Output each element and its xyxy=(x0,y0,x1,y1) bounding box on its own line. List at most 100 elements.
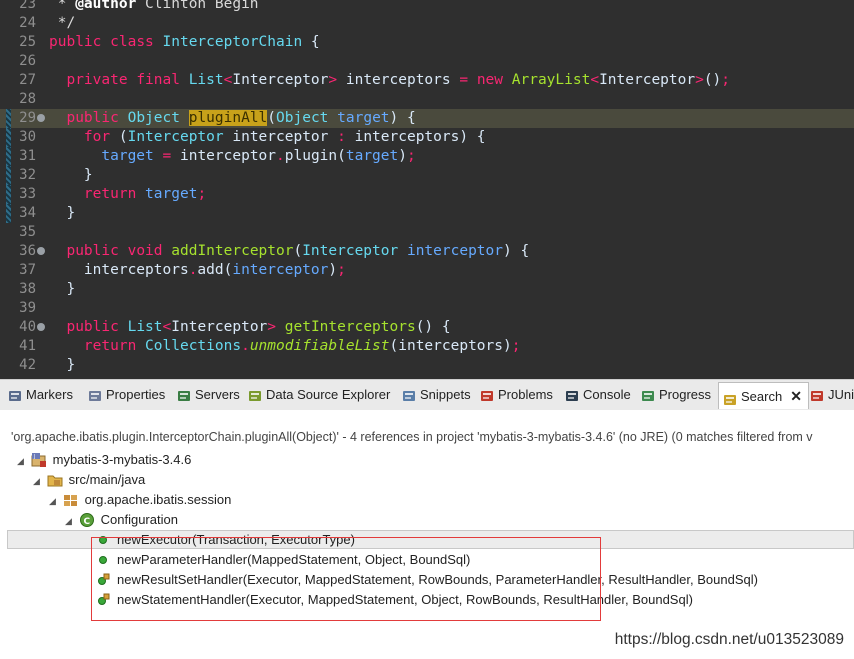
code-token: > xyxy=(695,72,704,88)
code-token: public xyxy=(66,243,119,259)
code-line[interactable]: 37 interceptors.add(interceptor); xyxy=(0,261,854,280)
code-line[interactable]: 35 xyxy=(0,223,854,242)
code-token: Interceptor xyxy=(232,72,329,88)
line-number: 36 xyxy=(19,243,36,259)
tab-label: JUni xyxy=(828,387,854,402)
code-token: target xyxy=(145,186,198,202)
search-view: 'org.apache.ibatis.plugin.InterceptorCha… xyxy=(0,410,854,659)
code-text: } xyxy=(49,166,93,185)
code-token: InterceptorChain xyxy=(162,34,303,50)
code-token: new xyxy=(476,72,504,88)
code-token: interceptor xyxy=(223,129,338,145)
line-number: 41 xyxy=(19,338,36,354)
svg-text:J: J xyxy=(33,454,35,460)
line-number: 24 xyxy=(19,15,36,31)
tab-label: Progress xyxy=(659,387,712,402)
line-number: 31 xyxy=(19,148,36,164)
collapse-triangle-icon[interactable]: ◢ xyxy=(49,491,59,511)
tab-problems[interactable]: Problems xyxy=(480,384,553,406)
tree-node-class[interactable]: ◢ C Configuration xyxy=(65,510,178,530)
code-line[interactable]: 31 target = interceptor.plugin(target); xyxy=(0,147,854,166)
tree-node-package[interactable]: ◢ org.apache.ibatis.session xyxy=(49,490,231,510)
tab-label: Snippets xyxy=(420,387,471,402)
line-number: 38 xyxy=(19,281,36,297)
tab-progress[interactable]: Progress xyxy=(641,384,711,406)
collapse-triangle-icon[interactable]: ◢ xyxy=(17,451,27,471)
tab-label: Problems xyxy=(498,387,553,402)
code-text: public Object pluginAll(Object target) { xyxy=(49,109,416,128)
progress-icon xyxy=(641,388,655,402)
code-token: @author xyxy=(75,0,137,12)
tab-search[interactable]: Search ✕ xyxy=(718,382,809,409)
code-line[interactable]: 38 } xyxy=(0,280,854,299)
code-token: pluginAll xyxy=(188,110,268,126)
tree-label-src: src/main/java xyxy=(68,472,146,487)
fold-toggle-icon[interactable] xyxy=(37,247,45,255)
collapse-triangle-icon[interactable]: ◢ xyxy=(33,471,43,491)
code-token: } xyxy=(49,167,93,183)
code-line[interactable]: 33 return target; xyxy=(0,185,854,204)
code-token: < xyxy=(162,319,172,335)
fold-toggle-icon[interactable] xyxy=(37,323,45,331)
snippets-icon xyxy=(402,388,416,402)
code-token: add( xyxy=(197,262,233,278)
annotation-box xyxy=(91,537,601,621)
code-token: ; xyxy=(197,186,207,202)
code-line[interactable]: 40 public List<Interceptor> getIntercept… xyxy=(0,318,854,337)
code-token: interceptors xyxy=(337,72,460,88)
code-token: ) { xyxy=(389,110,416,126)
code-token: () xyxy=(703,72,722,88)
line-number: 42 xyxy=(19,357,36,372)
code-line[interactable]: 41 return Collections.unmodifiableList(i… xyxy=(0,337,854,356)
code-line[interactable]: 30 for (Interceptor interceptor : interc… xyxy=(0,128,854,147)
properties-icon xyxy=(88,388,102,402)
code-token: Interceptor xyxy=(302,243,399,259)
code-line[interactable]: 27 private final List<Interceptor> inter… xyxy=(0,71,854,90)
tab-console[interactable]: Console xyxy=(565,384,631,406)
code-line[interactable]: 23 * @author Clinton Begin xyxy=(0,0,854,14)
code-text: } xyxy=(49,356,75,372)
code-line[interactable]: 29 public Object pluginAll(Object target… xyxy=(0,109,854,128)
code-line[interactable]: 32 } xyxy=(0,166,854,185)
code-line[interactable]: 28 xyxy=(0,90,854,109)
tree-node-src[interactable]: ◢ src/main/java xyxy=(33,470,145,490)
code-token: = xyxy=(459,72,469,88)
line-number: 35 xyxy=(19,224,36,240)
tab-snippets[interactable]: Snippets xyxy=(402,384,471,406)
line-number: 23 xyxy=(19,0,36,12)
code-line[interactable]: 36 public void addInterceptor(Intercepto… xyxy=(0,242,854,261)
code-line[interactable]: 24 */ xyxy=(0,14,854,33)
tab-servers[interactable]: Servers xyxy=(177,384,240,406)
collapse-triangle-icon[interactable]: ◢ xyxy=(65,511,75,531)
code-line[interactable]: 42 } xyxy=(0,356,854,372)
code-text: * @author Clinton Begin xyxy=(49,0,259,14)
tab-juni[interactable]: JUni xyxy=(810,384,854,406)
code-token: ) xyxy=(328,262,338,278)
code-token: for xyxy=(83,129,111,145)
close-icon[interactable]: ✕ xyxy=(790,388,802,404)
code-line[interactable]: 39 xyxy=(0,299,854,318)
svg-text:C: C xyxy=(83,517,90,527)
tab-data-source-explorer[interactable]: Data Source Explorer xyxy=(248,384,390,406)
code-line[interactable]: 26 xyxy=(0,52,854,71)
fold-toggle-icon[interactable] xyxy=(37,114,45,122)
line-number: 40 xyxy=(19,319,36,335)
code-editor[interactable]: 23 * @author Clinton Begin 24 */25 public … xyxy=(0,0,854,372)
tab-label: Servers xyxy=(195,387,240,402)
code-token: interceptor xyxy=(171,148,277,164)
code-text: } xyxy=(49,280,75,299)
line-number: 29 xyxy=(19,110,36,126)
tab-markers[interactable]: Markers xyxy=(8,384,73,406)
tab-properties[interactable]: Properties xyxy=(88,384,165,406)
code-token: private xyxy=(66,72,128,88)
code-line[interactable]: 25 public class InterceptorChain { xyxy=(0,33,854,52)
source-folder-icon xyxy=(47,472,63,488)
code-line[interactable]: 34 } xyxy=(0,204,854,223)
tree-node-project[interactable]: ◢ J mybatis-3-mybatis-3.4.6 xyxy=(17,450,191,470)
